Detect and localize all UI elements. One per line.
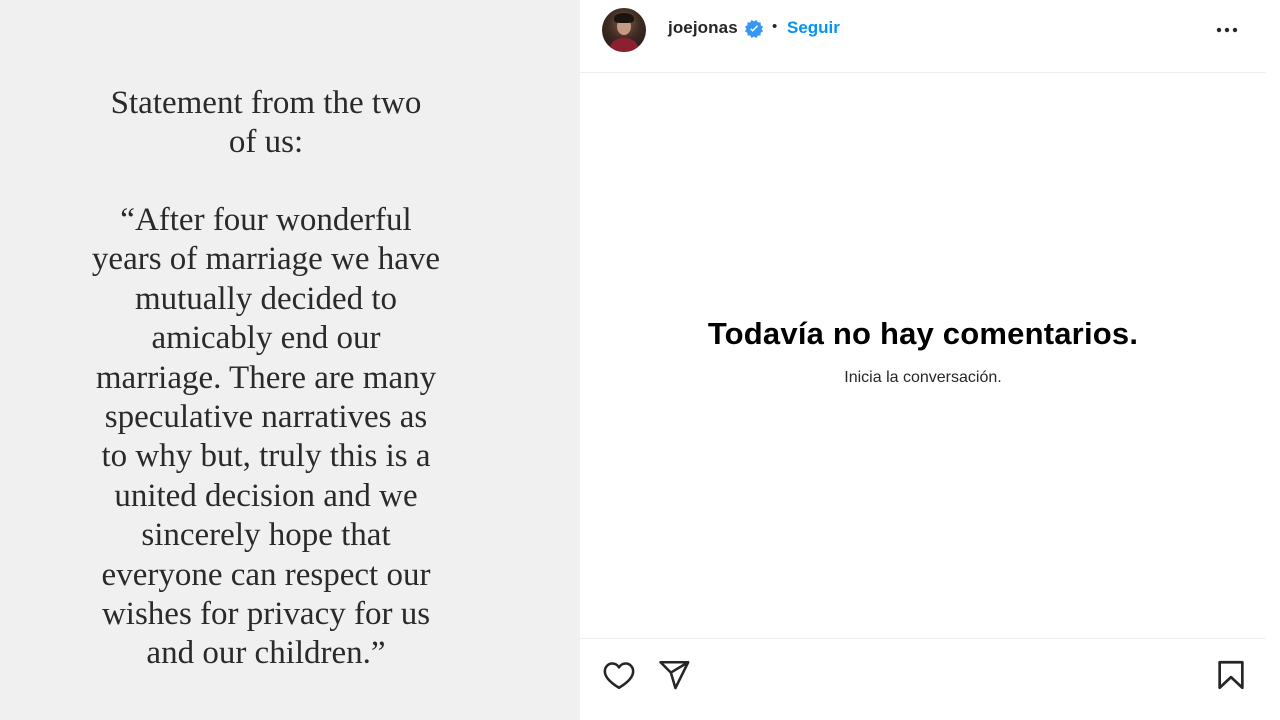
verified-badge-icon <box>745 20 763 38</box>
avatar-hair <box>614 13 634 23</box>
no-comments-title: Todavía no hay comentarios. <box>707 316 1139 351</box>
statement-title-line: Statement from the two <box>110 85 422 121</box>
statement-title-line: of us: <box>228 124 304 161</box>
statement-body-line: everyone can respect our <box>101 556 431 593</box>
statement-body-line: to why but, truly this is a <box>101 438 431 475</box>
post-sidebar: joejonas • Seguir Todavía no hay comenta… <box>580 0 1280 720</box>
statement-body-line: sincerely hope that <box>141 517 391 554</box>
avatar-shirt <box>610 38 638 52</box>
statement-body-line: years of marriage we have <box>91 241 441 278</box>
separator-dot: • <box>772 18 778 35</box>
username-link[interactable]: joejonas <box>668 18 738 38</box>
statement-body-line: “After four wonderful <box>120 202 412 238</box>
statement-body: “After four wonderful years of marriage … <box>0 201 532 674</box>
profile-avatar[interactable] <box>602 8 646 52</box>
statement-title: Statement from the two of us: <box>0 84 532 163</box>
statement-body-line: united decision and we <box>114 477 418 514</box>
statement-body-line: amicably end our <box>151 320 381 357</box>
post-image[interactable]: Statement from the two of us: “After fou… <box>0 0 580 720</box>
instagram-post-view: Statement from the two of us: “After fou… <box>0 0 1280 720</box>
post-actions-bar <box>580 638 1266 720</box>
statement-body-line: and our children.” <box>146 635 386 672</box>
statement-body-line: wishes for privacy for us <box>101 596 431 633</box>
no-comments-subtitle: Inicia la conversación. <box>844 369 1002 386</box>
follow-button[interactable]: Seguir <box>787 18 840 38</box>
post-header: joejonas • Seguir <box>580 0 1266 73</box>
send-icon[interactable] <box>657 658 691 692</box>
statement-body-line: mutually decided to <box>134 280 398 317</box>
heart-icon[interactable] <box>602 658 636 692</box>
bookmark-icon[interactable] <box>1214 658 1248 692</box>
more-options-icon[interactable] <box>1212 20 1242 40</box>
statement-body-line: marriage. There are many <box>95 359 437 396</box>
statement-body-line: speculative narratives as <box>104 399 428 436</box>
